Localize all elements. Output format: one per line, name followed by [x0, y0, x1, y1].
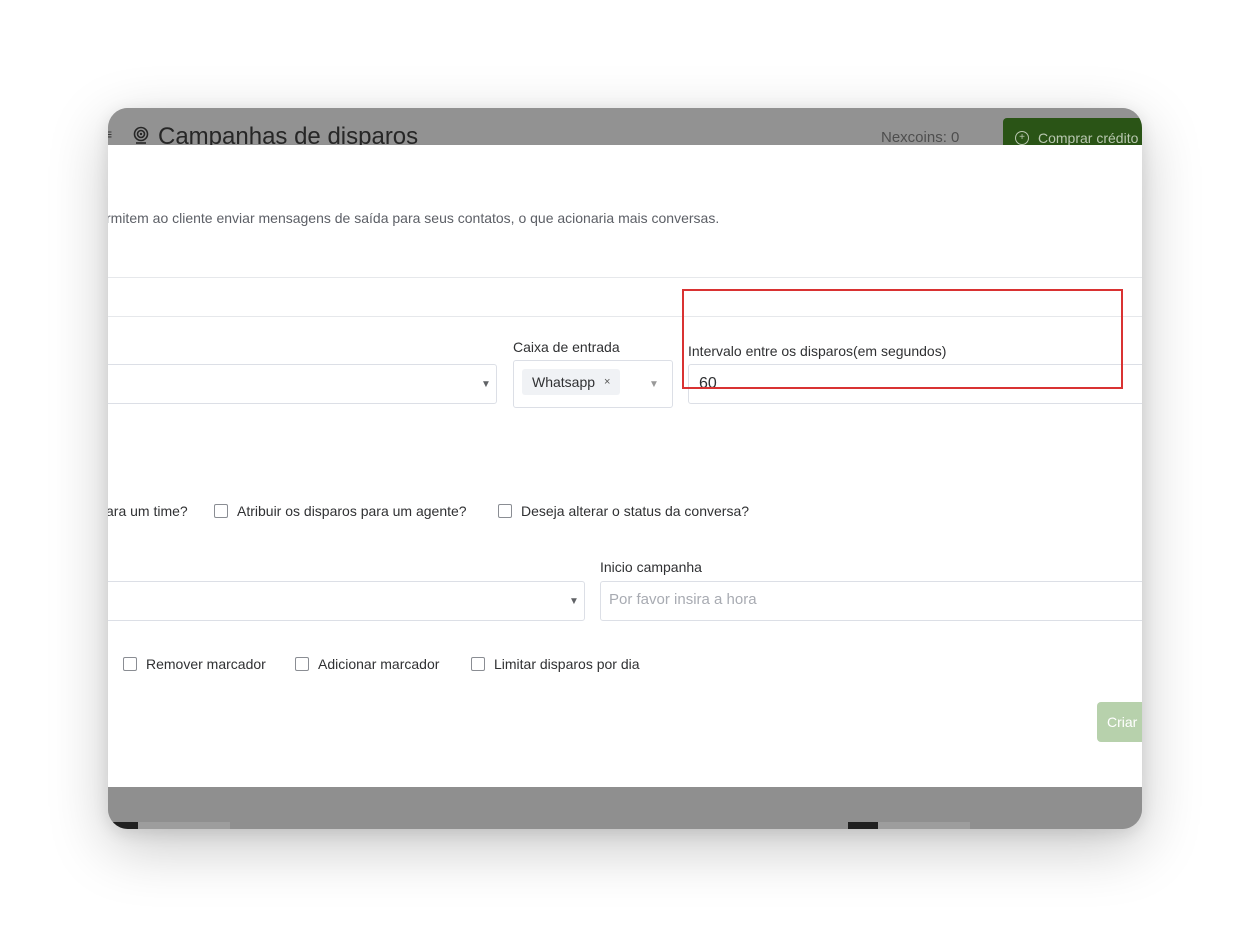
checkbox-box[interactable]: [498, 504, 512, 518]
footer-block: [878, 822, 970, 829]
menu-icon[interactable]: ≡: [108, 126, 112, 142]
inbox-label: Caixa de entrada: [513, 339, 620, 355]
checkbox-box[interactable]: [471, 657, 485, 671]
assign-team-checkbox[interactable]: ara um time?: [108, 503, 188, 519]
checkbox-box[interactable]: [123, 657, 137, 671]
change-status-checkbox[interactable]: Deseja alterar o status da conversa?: [498, 503, 749, 519]
top-header: ≡ Campanhas de disparos Nexcoins: 0 + Co…: [108, 108, 1142, 158]
assign-agent-checkbox[interactable]: Atribuir os disparos para um agente?: [214, 503, 467, 519]
divider: [108, 277, 1142, 278]
start-time-input[interactable]: Por favor insira a hora: [600, 581, 1142, 621]
app-window: ≡ Campanhas de disparos Nexcoins: 0 + Co…: [108, 108, 1142, 829]
footer-overlay: [108, 787, 1142, 829]
nexcoins-balance: Nexcoins: 0: [881, 129, 960, 146]
inbox-select[interactable]: Whatsapp × ▼: [513, 360, 673, 408]
create-campaign-modal: rmitem ao cliente enviar mensagens de sa…: [108, 145, 1142, 787]
dropdown-caret-icon: ▼: [649, 379, 659, 390]
remove-tag-label: Remover marcador: [146, 656, 266, 672]
plus-circle-icon: +: [1015, 131, 1029, 145]
dropdown-caret-icon: ▼: [481, 379, 491, 390]
inbox-tag-label: Whatsapp: [532, 374, 596, 390]
broadcast-icon: [133, 126, 149, 144]
remove-tag-checkbox[interactable]: Remover marcador: [123, 656, 266, 672]
limit-daily-checkbox[interactable]: Limitar disparos por dia: [471, 656, 640, 672]
limit-daily-label: Limitar disparos por dia: [494, 656, 640, 672]
assign-agent-label: Atribuir os disparos para um agente?: [237, 503, 467, 519]
inbox-tag: Whatsapp ×: [522, 369, 621, 395]
dropdown-caret-icon: ▼: [569, 596, 579, 607]
add-tag-label: Adicionar marcador: [318, 656, 440, 672]
assign-team-label: ara um time?: [108, 503, 188, 519]
checkbox-box[interactable]: [214, 504, 228, 518]
buy-credits-label: Comprar crédito: [1038, 130, 1139, 146]
campaign-select[interactable]: ▼: [108, 364, 497, 404]
footer-block: [848, 822, 878, 829]
modal-description: rmitem ao cliente enviar mensagens de sa…: [108, 210, 720, 226]
checkbox-box[interactable]: [295, 657, 309, 671]
start-time-placeholder: Por favor insira a hora: [609, 591, 757, 608]
create-button[interactable]: Criar: [1097, 702, 1142, 742]
footer-block: [138, 822, 230, 829]
interval-highlight: [682, 289, 1123, 389]
add-tag-checkbox[interactable]: Adicionar marcador: [295, 656, 439, 672]
start-campaign-label: Inicio campanha: [600, 559, 702, 575]
close-icon[interactable]: ×: [604, 376, 610, 388]
schedule-select[interactable]: ▼: [108, 581, 585, 621]
footer-block: [108, 822, 138, 829]
change-status-label: Deseja alterar o status da conversa?: [521, 503, 750, 519]
